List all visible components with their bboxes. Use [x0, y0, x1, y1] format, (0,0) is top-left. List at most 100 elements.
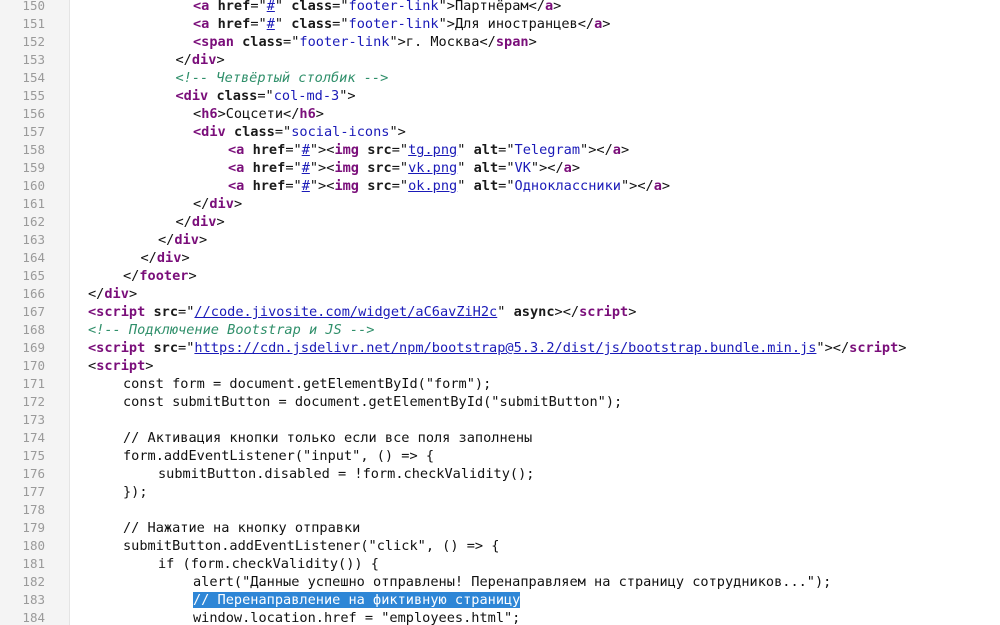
- code-text: form.addEventListener("input", () => {: [123, 447, 434, 465]
- code-line[interactable]: 157 <div class="social-icons">: [0, 123, 1000, 141]
- code-text: submitButton.disabled = !form.checkValid…: [158, 465, 534, 483]
- code-token: const form = document.getElementById("fo…: [123, 376, 492, 392]
- code-line[interactable]: 172 const submitButton = document.getElem…: [0, 393, 1000, 411]
- code-line[interactable]: 173: [0, 411, 1000, 429]
- code-text: </div>: [141, 249, 190, 267]
- code-line[interactable]: 159 <a href="#"><img src="vk.png" alt="VK…: [0, 159, 1000, 177]
- code-token: "><: [309, 160, 335, 176]
- code-line[interactable]: 183 // Перенаправление на фиктивную стран…: [0, 591, 1000, 609]
- code-token[interactable]: //code.jivosite.com/widget/aC6avZiH2c: [194, 304, 497, 320]
- code-token: >: [602, 16, 611, 32]
- code-token: =": [285, 142, 302, 158]
- code-token: ">: [389, 124, 406, 140]
- code-token[interactable]: #: [302, 142, 310, 158]
- code-line[interactable]: 164 </div>: [0, 249, 1000, 267]
- code-line[interactable]: 154 <!-- Четвёртый столбик -->: [0, 69, 1000, 87]
- code-token: >: [898, 340, 907, 356]
- code-token: script: [96, 358, 146, 374]
- code-line[interactable]: 167 <script src="//code.jivosite.com/widg…: [0, 303, 1000, 321]
- code-line[interactable]: 180 submitButton.addEventListener("click"…: [0, 537, 1000, 555]
- code-token: <a: [193, 0, 210, 14]
- code-line[interactable]: 169 <script src="https://cdn.jsdelivr.net…: [0, 339, 1000, 357]
- code-token[interactable]: #: [267, 0, 275, 14]
- code-line[interactable]: 151 <a href="#" class="footer-link">Для и…: [0, 15, 1000, 33]
- code-token: >: [216, 214, 225, 230]
- code-line[interactable]: 166 </div>: [0, 285, 1000, 303]
- code-line[interactable]: 163 </div>: [0, 231, 1000, 249]
- code-token: =": [178, 304, 195, 320]
- code-line[interactable]: 175 form.addEventListener("input", () => …: [0, 447, 1000, 465]
- code-token: >: [128, 286, 138, 302]
- code-line[interactable]: 182 alert("Данные успешно отправлены! Пер…: [0, 573, 1000, 591]
- code-line[interactable]: 162 </div>: [0, 213, 1000, 231]
- code-token: span: [495, 34, 529, 50]
- line-number: 165: [0, 267, 70, 285]
- code-token: >: [571, 160, 581, 176]
- code-token[interactable]: ok.png: [408, 178, 457, 194]
- code-token: <: [193, 106, 202, 122]
- code-text: <h6>Соцсети</h6>: [193, 105, 324, 123]
- code-token: <a: [228, 142, 245, 158]
- code-token: src: [153, 304, 179, 320]
- code-line[interactable]: 150 <a href="#" class="footer-link">Партн…: [0, 0, 1000, 15]
- code-line[interactable]: 176 submitButton.disabled = !form.checkVa…: [0, 465, 1000, 483]
- code-line[interactable]: 178: [0, 501, 1000, 519]
- code-text: <a href="#" class="footer-link">Для инос…: [193, 15, 610, 33]
- code-token: Одноклассники: [514, 178, 621, 194]
- code-token: script: [849, 340, 899, 356]
- code-text: window.location.href = "employees.html";: [193, 609, 520, 625]
- line-number: 150: [0, 0, 70, 15]
- code-line[interactable]: 177});: [0, 483, 1000, 501]
- code-line[interactable]: 168 <!-- Подключение Bootstrap и JS -->: [0, 321, 1000, 339]
- code-line[interactable]: 158 <a href="#"><img src="tg.png" alt="Te…: [0, 141, 1000, 159]
- code-token[interactable]: #: [267, 16, 275, 32]
- code-token: =": [332, 16, 349, 32]
- line-number: 163: [0, 231, 70, 249]
- code-text: </footer>: [123, 267, 197, 285]
- code-line[interactable]: 155 <div class="col-md-3">: [0, 87, 1000, 105]
- code-text: <a href="#"><img src="ok.png" alt="Однок…: [228, 177, 670, 195]
- code-line[interactable]: 179 // Нажатие на кнопку отправки: [0, 519, 1000, 537]
- code-line[interactable]: 161 </div>: [0, 195, 1000, 213]
- code-line[interactable]: 170 <script>: [0, 357, 1000, 375]
- code-line[interactable]: 165 </footer>: [0, 267, 1000, 285]
- code-token: >: [216, 52, 225, 68]
- code-token: href: [252, 142, 286, 158]
- line-number: 179: [0, 519, 70, 537]
- line-number: 157: [0, 123, 70, 141]
- line-number: 159: [0, 159, 70, 177]
- code-token: <div: [193, 124, 226, 140]
- code-line[interactable]: 152 <span class="footer-link">г. Москва</…: [0, 33, 1000, 51]
- code-line[interactable]: 184 window.location.href = "employees.htm…: [0, 609, 1000, 625]
- code-token[interactable]: #: [302, 178, 310, 194]
- code-line[interactable]: 160 <a href="#"><img src="ok.png" alt="Од…: [0, 177, 1000, 195]
- code-token: div: [209, 196, 234, 212]
- code-token: ": [457, 160, 474, 176]
- code-editor[interactable]: 150 <a href="#" class="footer-link">Партн…: [0, 0, 1000, 625]
- code-token: <span: [193, 34, 234, 50]
- code-token[interactable]: vk.png: [408, 160, 457, 176]
- code-token[interactable]: #: [302, 160, 310, 176]
- code-line[interactable]: 181 if (form.checkValidity()) {: [0, 555, 1000, 573]
- code-token: ": [274, 0, 292, 14]
- code-line[interactable]: 156 <h6>Соцсети</h6>: [0, 105, 1000, 123]
- code-text: const form = document.getElementById("fo…: [123, 375, 491, 393]
- code-token: =": [391, 178, 409, 194]
- code-text: <script src="//code.jivosite.com/widget/…: [88, 303, 636, 321]
- code-line[interactable]: 153 </div>: [0, 51, 1000, 69]
- code-token[interactable]: tg.png: [408, 142, 457, 158]
- code-line[interactable]: 171 const form = document.getElementById(…: [0, 375, 1000, 393]
- code-token[interactable]: https://cdn.jsdelivr.net/npm/bootstrap@5…: [194, 340, 816, 356]
- code-text: <a href="#" class="footer-link">Партнёра…: [193, 0, 561, 15]
- code-token: src: [367, 178, 392, 194]
- code-text: alert("Данные успешно отправлены! Перена…: [193, 573, 831, 591]
- code-text: <!-- Подключение Bootstrap и JS -->: [88, 321, 374, 339]
- line-number: 160: [0, 177, 70, 195]
- code-text: <!-- Четвёртый столбик -->: [176, 69, 389, 87]
- code-token: href: [252, 160, 286, 176]
- code-token: async: [513, 304, 555, 320]
- code-token: div: [191, 214, 217, 230]
- code-line[interactable]: 174 // Активация кнопки только если все п…: [0, 429, 1000, 447]
